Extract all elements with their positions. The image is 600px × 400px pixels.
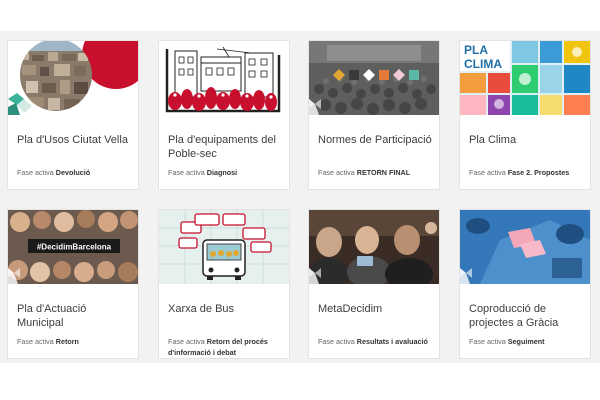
card-phase: Fase activa Devolució — [17, 167, 135, 178]
top-margin — [0, 0, 600, 31]
card-title[interactable]: Pla d'equipaments del Poble-sec — [168, 133, 286, 161]
process-card-pla-usos-ciutat-vella[interactable]: Pla d'Usos Ciutat Vella Fase activa Devo… — [7, 40, 139, 190]
process-card-normes-participacio[interactable]: Normes de Participació Fase activa RETOR… — [308, 40, 440, 190]
workshop-photo-image — [460, 210, 590, 284]
card-title[interactable]: Normes de Participació — [318, 133, 436, 147]
process-card-xarxa-de-bus[interactable]: Xarxa de Bus Fase activa Retorn del proc… — [158, 209, 290, 359]
phase-value: Devolució — [55, 168, 91, 177]
card-image-aerial-city[interactable] — [8, 41, 138, 115]
phase-label: Fase activa — [168, 168, 205, 177]
decidim-badge-icon — [309, 99, 321, 115]
card-phase: Fase activa Diagnosi — [168, 167, 286, 178]
card-phase: Fase activa Seguiment — [469, 336, 587, 347]
phase-label: Fase activa — [17, 337, 54, 346]
card-image-auditorium[interactable] — [309, 41, 439, 115]
card-title[interactable]: MetaDecidim — [318, 302, 436, 316]
poster-title-line1: PLA — [464, 43, 488, 57]
phase-value: Fase 2. Propostes — [507, 168, 570, 177]
bottom-margin — [0, 363, 600, 400]
card-title[interactable]: Xarxa de Bus — [168, 302, 286, 316]
decidim-badge-icon — [309, 268, 321, 284]
card-image-building[interactable] — [159, 41, 289, 115]
processes-grid-page: Pla d'Usos Ciutat Vella Fase activa Devo… — [0, 0, 600, 400]
card-image-workshop[interactable] — [460, 210, 590, 284]
card-phase: Fase activa Retorn del procés d'informac… — [168, 336, 286, 358]
card-title[interactable]: Pla Clima — [469, 133, 587, 147]
decidim-badge-icon — [8, 268, 20, 284]
phase-label: Fase activa — [318, 337, 355, 346]
bus-illustration-image — [159, 210, 289, 284]
auditorium-photo-image — [309, 41, 439, 115]
card-image-pla-clima[interactable]: PLA CLIMA — [460, 41, 590, 115]
hashtag-banner-text: #DecidimBarcelona — [37, 243, 112, 252]
card-title[interactable]: Coproducció de projectes a Gràcia — [469, 302, 587, 330]
phase-label: Fase activa — [469, 168, 506, 177]
poster-title-line2: CLIMA — [464, 57, 502, 71]
building-illustration-image — [159, 41, 289, 115]
phase-value: RETORN FINAL — [356, 168, 411, 177]
card-image-people-collage[interactable]: #DecidimBarcelona — [8, 210, 138, 284]
phase-value: Diagnosi — [206, 168, 238, 177]
card-title[interactable]: Pla d'Usos Ciutat Vella — [17, 133, 135, 147]
process-card-pla-clima[interactable]: PLA CLIMA Pla Clima Fase activa Fase 2. … — [459, 40, 591, 190]
phase-label: Fase activa — [469, 337, 506, 346]
pla-clima-poster-image: PLA CLIMA — [460, 41, 590, 115]
card-phase: Fase activa RETORN FINAL — [318, 167, 436, 178]
phase-value: Seguiment — [507, 337, 545, 346]
decidim-badge-icon — [460, 268, 472, 284]
meeting-photo-image — [309, 210, 439, 284]
phase-label: Fase activa — [17, 168, 54, 177]
phase-value: Retorn — [55, 337, 79, 346]
card-image-meeting[interactable] — [309, 210, 439, 284]
decidim-badge-icon — [8, 93, 32, 115]
process-card-metadecidim[interactable]: MetaDecidim Fase activa Resultats i aval… — [308, 209, 440, 359]
card-phase: Fase activa Resultats i avaluació — [318, 336, 436, 347]
process-card-pla-actuacio-municipal[interactable]: #DecidimBarcelona Pla d'Actuació Municip… — [7, 209, 139, 359]
process-card-pla-equipaments-poble-sec[interactable]: Pla d'equipaments del Poble-sec Fase act… — [158, 40, 290, 190]
people-collage-image: #DecidimBarcelona — [8, 210, 138, 284]
card-image-bus[interactable] — [159, 210, 289, 284]
phase-label: Fase activa — [318, 168, 355, 177]
card-phase: Fase activa Retorn — [17, 336, 135, 347]
phase-label: Fase activa — [168, 337, 205, 346]
phase-value: Resultats i avaluació — [356, 337, 428, 346]
process-card-coproduccio-gracia[interactable]: Coproducció de projectes a Gràcia Fase a… — [459, 209, 591, 359]
card-phase: Fase activa Fase 2. Propostes — [469, 167, 587, 178]
card-title[interactable]: Pla d'Actuació Municipal — [17, 302, 135, 330]
